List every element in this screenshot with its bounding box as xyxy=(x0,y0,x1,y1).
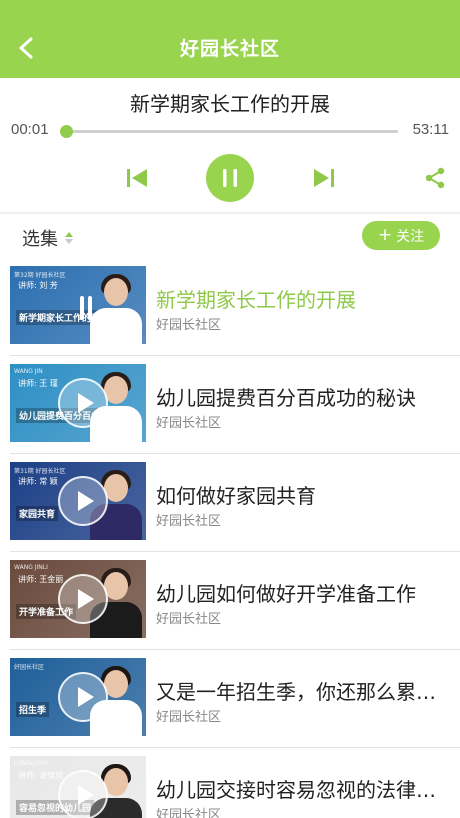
episode-source: 好园长社区 xyxy=(156,514,222,529)
list-item[interactable]: 第31期 好园长社区 讲师: 常 颖家园共育 如何做好家园共育 好园长社区 xyxy=(0,454,460,552)
episode-thumbnail[interactable]: WANG JIN 讲师: 王 瑾幼儿园提费百分百成功秘诀 xyxy=(10,364,146,442)
now-playing-title: 新学期家长工作的开展 xyxy=(130,92,330,116)
progress-knob[interactable] xyxy=(60,125,73,138)
progress-bar[interactable] xyxy=(60,125,398,138)
play-overlay-icon[interactable] xyxy=(58,378,108,428)
thumbnail-speaker: 讲师: 常 颖 xyxy=(18,477,58,486)
play-overlay-icon[interactable] xyxy=(58,770,108,818)
episode-title[interactable]: 新学期家长工作的开展 xyxy=(156,284,452,313)
episode-source: 好园长社区 xyxy=(156,612,222,627)
next-button[interactable] xyxy=(311,165,337,191)
skip-next-icon xyxy=(314,169,334,187)
episode-title[interactable]: 幼儿园交接时容易忽视的法律… xyxy=(156,774,452,803)
thumbnail-header: LONGLVSHI xyxy=(14,760,48,767)
episodes-label: 选集 xyxy=(22,229,58,250)
play-triangle-icon xyxy=(77,393,94,413)
total-time: 53:11 xyxy=(412,121,449,138)
play-overlay-icon[interactable] xyxy=(58,574,108,624)
section-divider xyxy=(0,212,460,214)
thumbnail-header: 好园长社区 xyxy=(14,664,45,671)
episode-thumbnail[interactable]: LONGLVSHI 讲师: 龙律师 容易忽视的幼儿园 xyxy=(10,756,146,818)
thumbnail-speaker: 讲师: 龙律师 xyxy=(18,771,64,780)
episode-thumbnail[interactable]: 第32期 好园长社区 讲师: 刘 芳新学期家长工作的开展 xyxy=(10,266,146,344)
episode-title[interactable]: 如何做好家园共育 xyxy=(156,480,452,509)
episode-source: 好园长社区 xyxy=(156,318,222,333)
follow-label: 关注 xyxy=(396,228,425,245)
share-button[interactable] xyxy=(422,165,448,191)
page-title: 好园长社区 xyxy=(179,38,280,60)
play-overlay-icon[interactable] xyxy=(58,672,108,722)
play-triangle-icon xyxy=(77,491,94,511)
pause-icon xyxy=(223,169,237,187)
episode-title[interactable]: 又是一年招生季，你还那么累… xyxy=(156,676,452,705)
episode-source: 好园长社区 xyxy=(156,710,222,725)
play-triangle-icon xyxy=(77,589,94,609)
app-header: 好园长社区 xyxy=(0,0,460,78)
previous-button[interactable] xyxy=(124,165,150,191)
episode-thumbnail[interactable]: WANG JINLI 讲师: 王金丽 开学准备工作 xyxy=(10,560,146,638)
current-time: 00:01 xyxy=(11,121,49,138)
thumbnail-speaker: 讲师: 王金丽 xyxy=(18,575,64,584)
thumbnail-header: WANG JIN xyxy=(14,368,43,375)
portrait-head xyxy=(104,278,128,306)
episode-thumbnail[interactable]: 好园长社区 招生季 xyxy=(10,658,146,736)
portrait-body xyxy=(90,308,142,344)
sort-icon xyxy=(64,231,74,245)
episode-source: 好园长社区 xyxy=(156,416,222,431)
play-overlay-icon[interactable] xyxy=(58,476,108,526)
list-item[interactable]: WANG JIN 讲师: 王 瑾幼儿园提费百分百成功秘诀 幼儿园提费百分百成功的秘诀… xyxy=(0,356,460,454)
episode-thumbnail[interactable]: 第31期 好园长社区 讲师: 常 颖家园共育 xyxy=(10,462,146,540)
thumbnail-header: 第32期 好园长社区 xyxy=(14,272,66,279)
list-item[interactable]: 第32期 好园长社区 讲师: 刘 芳新学期家长工作的开展 新学期家长工作的开展好园长… xyxy=(0,258,460,356)
speaker-portrait xyxy=(86,270,146,344)
thumbnail-caption: 家园共育 xyxy=(16,506,59,521)
thumbnail-header: 第31期 好园长社区 xyxy=(14,468,66,475)
pause-overlay-icon xyxy=(80,296,92,320)
episode-source: 好园长社区 xyxy=(156,808,222,818)
list-item[interactable]: 好园长社区 招生季 又是一年招生季，你还那么累… 好园长社区 xyxy=(0,650,460,748)
pause-button[interactable] xyxy=(206,154,254,202)
list-item[interactable]: WANG JINLI 讲师: 王金丽 开学准备工作 幼儿园如何做好开学准备工作 好园长社… xyxy=(0,552,460,650)
list-item[interactable]: LONGLVSHI 讲师: 龙律师 容易忽视的幼儿园 幼儿园交接时容易忽视的法律… 好园… xyxy=(0,748,460,818)
episodes-sort[interactable]: 选集 xyxy=(22,225,74,251)
thumbnail-speaker: 讲师: 刘 芳 xyxy=(18,281,58,290)
plus-icon: + xyxy=(377,225,393,245)
follow-button[interactable]: + 关注 xyxy=(362,221,440,250)
skip-previous-icon xyxy=(127,169,147,187)
play-triangle-icon xyxy=(77,785,94,805)
thumbnail-caption: 招生季 xyxy=(16,702,50,717)
thumbnail-header: WANG JINLI xyxy=(14,564,48,571)
thumbnail-speaker: 讲师: 王 瑾 xyxy=(18,379,58,388)
share-icon xyxy=(425,167,445,189)
play-triangle-icon xyxy=(77,687,94,707)
episode-title[interactable]: 幼儿园如何做好开学准备工作 xyxy=(156,578,452,607)
episode-title[interactable]: 幼儿园提费百分百成功的秘诀 xyxy=(156,382,452,411)
